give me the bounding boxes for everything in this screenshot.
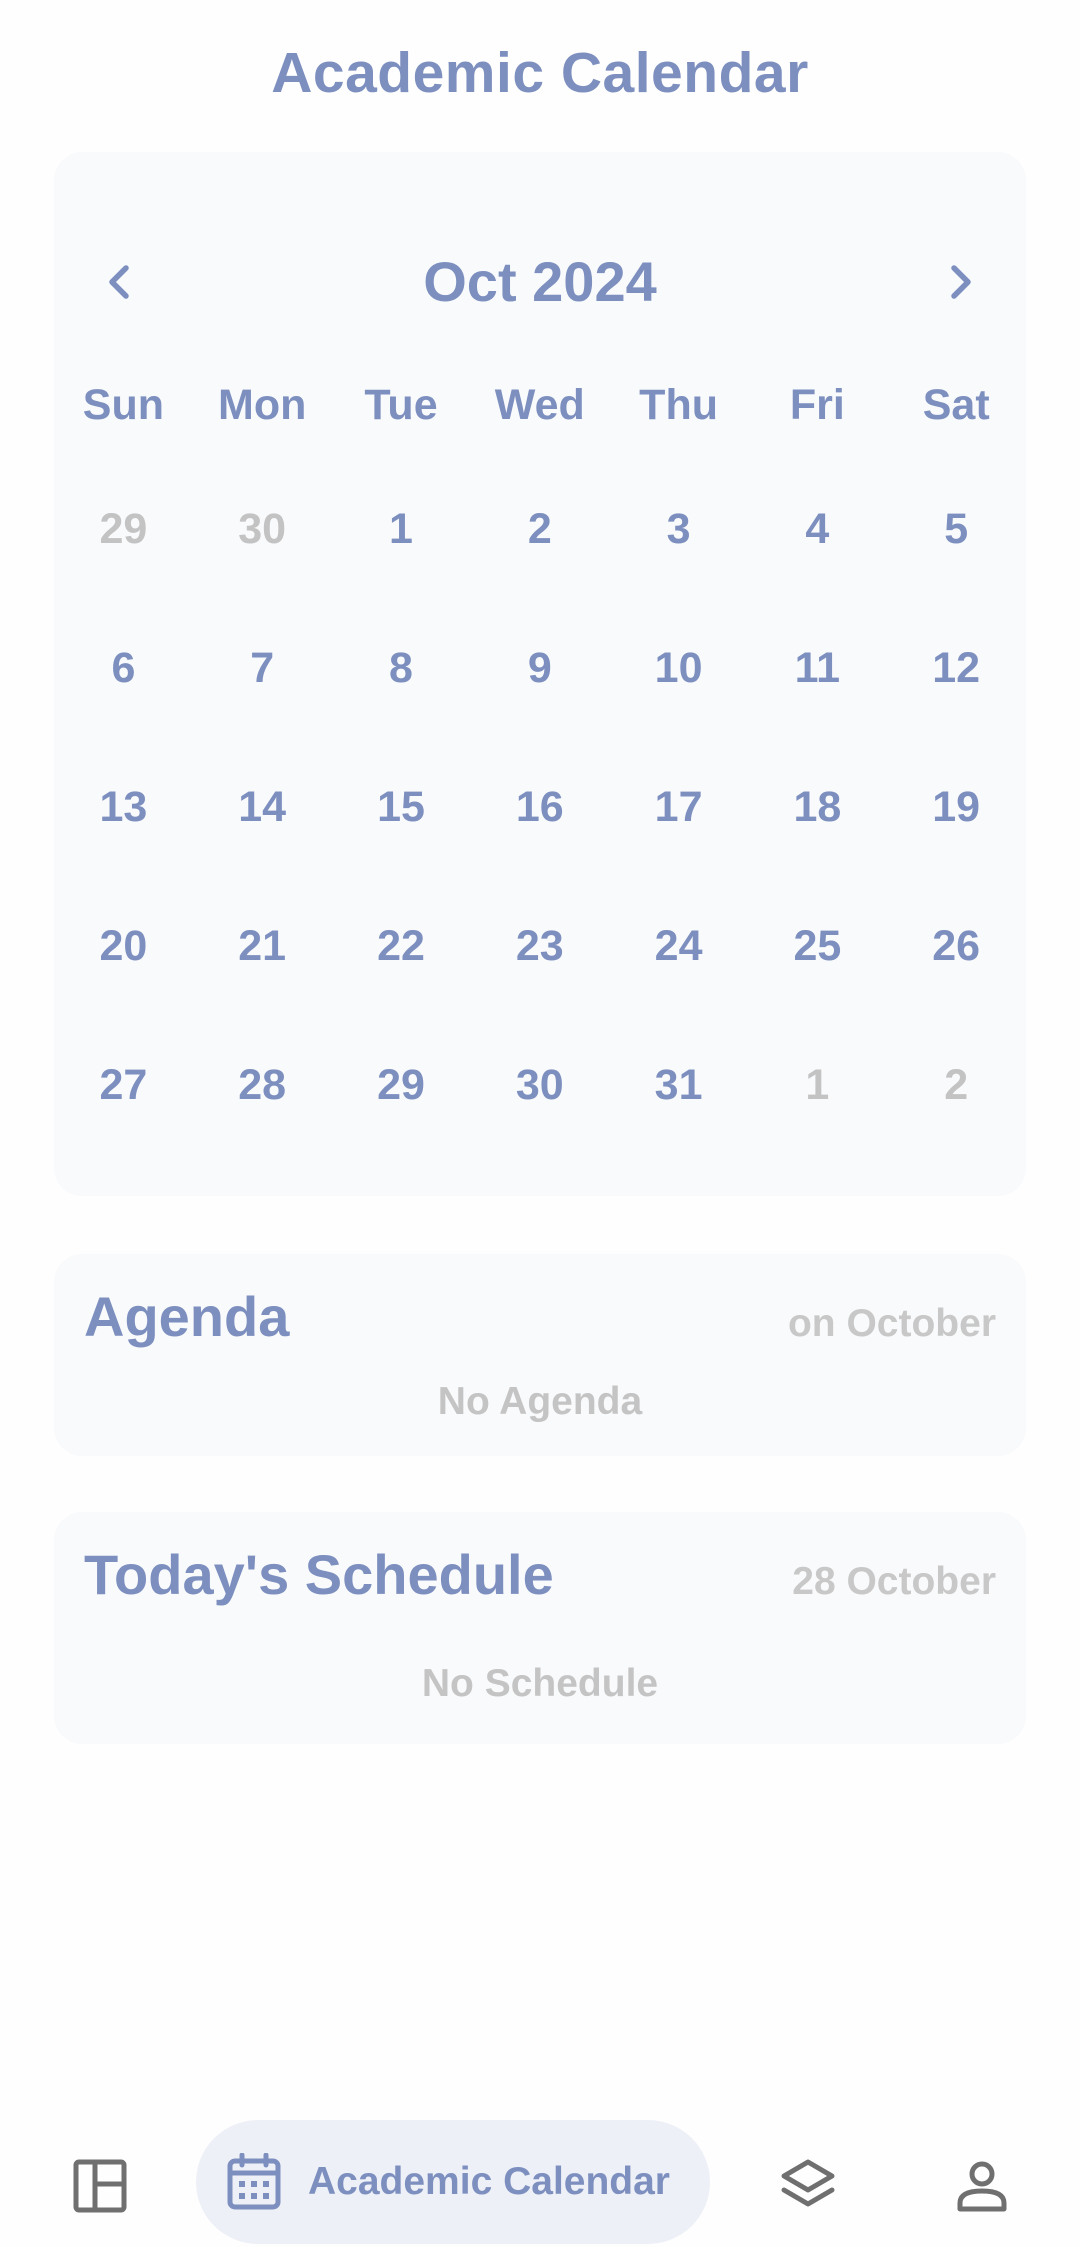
nav-layers[interactable] (770, 2148, 846, 2224)
nav-dashboard[interactable] (64, 2150, 136, 2222)
profile-icon (957, 2161, 1007, 2212)
calendar-day[interactable]: 27 (54, 1016, 193, 1155)
schedule-title: Today's Schedule (84, 1543, 554, 1606)
layers-icon (781, 2159, 835, 2207)
calendar-day[interactable]: 3 (609, 460, 748, 599)
calendar-day[interactable]: 19 (887, 738, 1026, 877)
weekday-header: Fri (789, 381, 845, 429)
calendar-day[interactable]: 15 (332, 738, 471, 877)
calendar-day[interactable]: 28 (193, 1016, 332, 1155)
academic-calendar-screen: Academic Calendar Oct 2024 Sun Mon Tue Wed T… (0, 0, 1080, 2247)
calendar-day[interactable]: 18 (748, 738, 887, 877)
calendar-day[interactable]: 6 (54, 599, 193, 738)
nav-profile[interactable] (944, 2148, 1020, 2224)
schedule-date: 28 October (792, 1560, 996, 1603)
calendar-day[interactable]: 24 (609, 877, 748, 1016)
calendar-day[interactable]: 12 (887, 599, 1026, 738)
month-label: Oct 2024 (423, 250, 657, 313)
calendar-day-outside-month[interactable]: 29 (54, 460, 193, 599)
calendar-day[interactable]: 17 (609, 738, 748, 877)
weekday-header: Mon (218, 381, 307, 429)
calendar-day[interactable]: 30 (470, 1016, 609, 1155)
calendar-day[interactable]: 16 (470, 738, 609, 877)
calendar-day-outside-month[interactable]: 2 (887, 1016, 1026, 1155)
month-header: Oct 2024 (54, 232, 1026, 332)
calendar-day-outside-month[interactable]: 30 (193, 460, 332, 599)
weekday-header: Tue (364, 381, 438, 429)
agenda-title: Agenda (84, 1285, 290, 1348)
page-title: Academic Calendar (271, 41, 809, 105)
calendar-day[interactable]: 7 (193, 599, 332, 738)
calendar-day[interactable]: 1 (332, 460, 471, 599)
schedule-card: Today's Schedule 28 October No Schedule (54, 1512, 1026, 1744)
calendar-day-outside-month[interactable]: 1 (748, 1016, 887, 1155)
calendar-day[interactable]: 2 (470, 460, 609, 599)
calendar-day[interactable]: 13 (54, 738, 193, 877)
calendar-grid: Sun Mon Tue Wed Thu Fri Sat 29 30 1 2 3 4 5 6 7 8 9 10 11 12… (54, 350, 1026, 1155)
calendar-day[interactable]: 11 (748, 599, 887, 738)
schedule-empty-message: No Schedule (421, 1662, 659, 1705)
calendar-day[interactable]: 10 (609, 599, 748, 738)
calendar-day[interactable]: 29 (332, 1016, 471, 1155)
calendar-day[interactable]: 8 (332, 599, 471, 738)
calendar-day[interactable]: 4 (748, 460, 887, 599)
calendar-day[interactable]: 14 (193, 738, 332, 877)
agenda-empty-message: No Agenda (437, 1380, 643, 1423)
agenda-period: on October (787, 1302, 996, 1345)
next-month-button[interactable] (930, 252, 990, 312)
weekday-header: Thu (639, 381, 718, 429)
calendar-icon (227, 2153, 281, 2210)
calendar-day[interactable]: 31 (609, 1016, 748, 1155)
calendar-day[interactable]: 22 (332, 877, 471, 1016)
weekday-header: Sat (922, 381, 990, 429)
calendar-day[interactable]: 9 (470, 599, 609, 738)
calendar-day[interactable]: 21 (193, 877, 332, 1016)
calendar-day[interactable]: 23 (470, 877, 609, 1016)
calendar-day[interactable]: 20 (54, 877, 193, 1016)
agenda-card: Agenda on October No Agenda (54, 1254, 1026, 1456)
dashboard-icon (73, 2159, 127, 2213)
calendar-day[interactable]: 25 (748, 877, 887, 1016)
calendar-card: Oct 2024 Sun Mon Tue Wed Thu Fri Sat 29 30 1 2 3 4 5 6… (54, 152, 1026, 1196)
bottom-navigation: Academic Calendar (0, 2110, 1080, 2247)
chevron-right-icon (951, 265, 971, 299)
calendar-day[interactable]: 5 (887, 460, 1026, 599)
weekday-header: Wed (494, 381, 585, 429)
calendar-day[interactable]: 26 (887, 877, 1026, 1016)
nav-academic-calendar-label: Academic Calendar (308, 2160, 670, 2203)
nav-academic-calendar[interactable]: Academic Calendar (196, 2120, 710, 2244)
weekday-header: Sun (82, 381, 164, 429)
